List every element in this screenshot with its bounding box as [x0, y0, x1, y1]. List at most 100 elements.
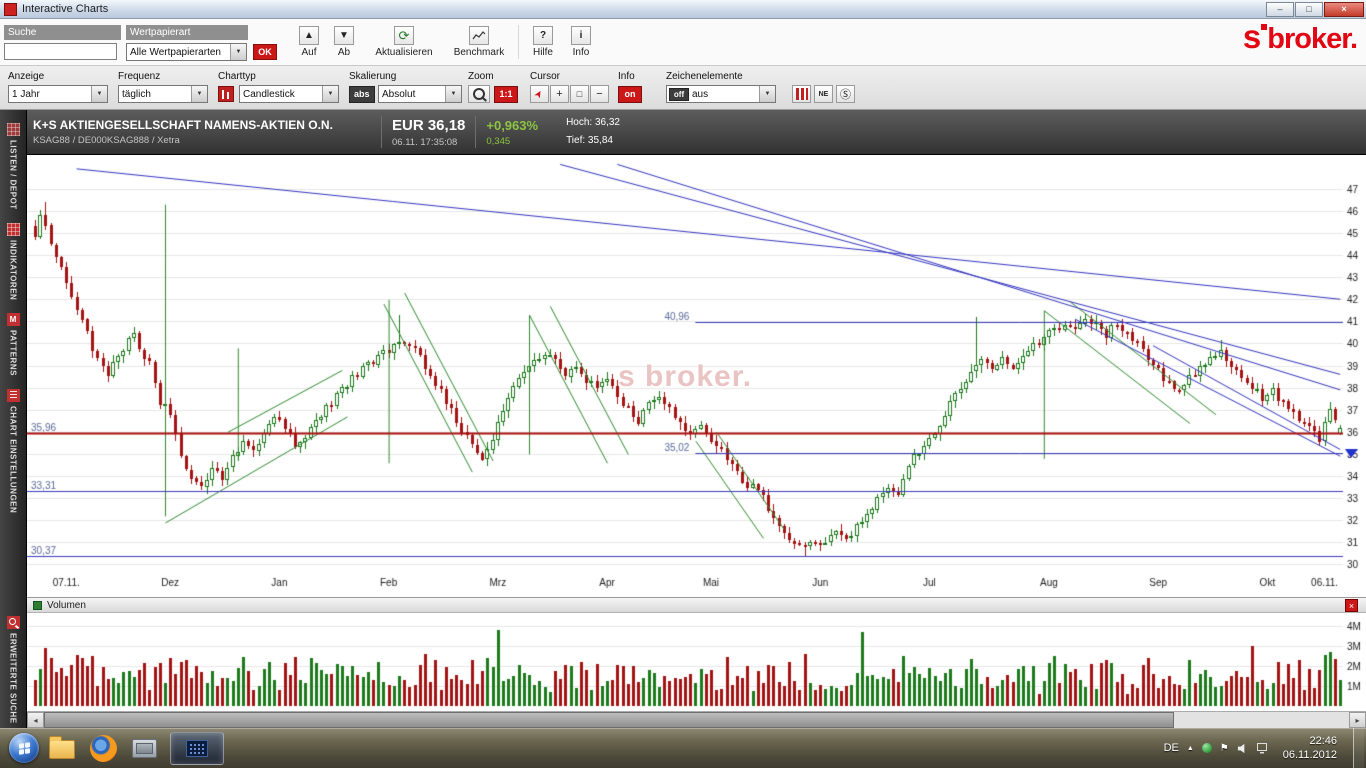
scroll-left-button[interactable]: ◂: [27, 712, 44, 728]
dropdown-arrow-icon[interactable]: ▼: [322, 86, 338, 102]
volume-chart-canvas[interactable]: [27, 613, 1366, 711]
dropdown-arrow-icon[interactable]: ▼: [91, 86, 107, 102]
news-icon: NE: [818, 90, 829, 98]
drawing-elements-select[interactable]: off aus ▼: [666, 85, 776, 103]
cursor-minus-button[interactable]: −: [590, 85, 609, 103]
help-button-label: Hilfe: [532, 47, 553, 58]
taskbar-firefox-button[interactable]: [85, 730, 121, 766]
taskbar-explorer-button[interactable]: [44, 730, 80, 766]
tray-status-icon[interactable]: [1201, 743, 1212, 753]
sidebar-item-label: CHART EINSTELLUNGEN: [8, 405, 18, 514]
tray-expand-icon[interactable]: ▲: [1187, 745, 1194, 752]
maximize-icon: □: [1306, 4, 1312, 14]
ok-button[interactable]: OK: [253, 44, 277, 60]
sidebar-item-erweiterte-suche[interactable]: ERWEITERTE SUCHE: [6, 611, 20, 724]
minimize-button[interactable]: –: [1266, 1, 1294, 17]
down-arrow-icon: ▼: [334, 26, 354, 45]
change-percent: +0,963%: [486, 117, 539, 133]
zoom-magnifier-button[interactable]: [468, 85, 490, 103]
price-timestamp: 06.11. 17:35:08: [392, 136, 458, 148]
app-icon: [4, 2, 17, 16]
dropdown-arrow-icon[interactable]: ▼: [445, 86, 461, 102]
help-button[interactable]: ? Hilfe: [526, 26, 560, 58]
benchmark-button-label: Benchmark: [453, 47, 505, 58]
news-tool-button[interactable]: NE: [814, 85, 833, 103]
sidebar-item-indikatoren[interactable]: INDIKATOREN: [6, 218, 20, 300]
dropdown-arrow-icon[interactable]: ▼: [191, 86, 207, 102]
quote-bar: K+S AKTIENGESELLSCHAFT NAMENS-AKTIEN O.N…: [0, 110, 1366, 155]
sidebar-item-label: INDIKATOREN: [8, 239, 18, 300]
active-app-icon: [186, 739, 208, 757]
volume-close-button[interactable]: ×: [1345, 598, 1358, 612]
sidebar-item-listen-depot[interactable]: LISTEN / DEPOT: [6, 118, 20, 210]
firefox-icon: [89, 734, 117, 762]
scroll-right-button[interactable]: ▸: [1349, 712, 1366, 728]
tray-speaker-icon[interactable]: [1237, 743, 1248, 754]
down-button-label: Ab: [337, 47, 351, 58]
cursor-pointer-button[interactable]: ➤: [530, 85, 549, 103]
display-select[interactable]: 1 Jahr ▼: [8, 85, 108, 103]
up-button-label: Auf: [301, 47, 317, 58]
folder-icon: [49, 736, 75, 759]
scrollbar-track[interactable]: [1174, 712, 1349, 728]
frequency-select[interactable]: täglich ▼: [118, 85, 208, 103]
taskbar-app-button[interactable]: [126, 730, 162, 766]
dropdown-arrow-icon[interactable]: ▼: [759, 86, 775, 102]
volume-panel-title: Volumen: [47, 599, 86, 611]
dropdown-arrow-icon[interactable]: ▼: [230, 44, 246, 60]
logo-s: s: [1243, 20, 1268, 53]
tray-flag-icon[interactable]: ⚑: [1220, 743, 1229, 754]
charttype-select[interactable]: Candlestick ▼: [239, 85, 339, 103]
security-type-select[interactable]: Alle Wertpapierarten ▼: [126, 43, 247, 61]
volume-series-icon: [33, 600, 42, 610]
scroll-down-button[interactable]: ▼ Ab: [329, 26, 359, 58]
maximize-button[interactable]: □: [1295, 1, 1323, 17]
start-button[interactable]: [9, 733, 39, 763]
cursor-crosshair-button[interactable]: +: [550, 85, 569, 103]
windows-flag-icon: [18, 741, 30, 755]
refresh-icon: ⟳: [394, 26, 414, 45]
instrument-identifiers: KSAG88 / DE000KSAG888 / Xetra: [33, 135, 180, 146]
left-sidebar: LISTEN / DEPOT INDIKATOREN M PATTERNS CH…: [0, 110, 27, 728]
search-label: Suche: [4, 25, 121, 40]
scaling-select[interactable]: Absolut ▼: [378, 85, 462, 103]
benchmark-button[interactable]: Benchmark: [448, 26, 510, 58]
sidebar-item-patterns[interactable]: M PATTERNS: [6, 308, 20, 376]
clock-date: 06.11.2012: [1282, 749, 1337, 761]
columns-tool-button[interactable]: [792, 85, 811, 103]
horizontal-scrollbar[interactable]: ◂ ▸: [27, 711, 1366, 728]
scroll-up-button[interactable]: ▲ Auf: [294, 26, 324, 58]
tray-network-icon[interactable]: [1256, 742, 1269, 754]
refresh-button[interactable]: ⟳ Aktualisieren: [368, 26, 440, 58]
quote-divider: [381, 116, 382, 148]
show-desktop-button[interactable]: [1353, 728, 1364, 768]
price-chart-canvas[interactable]: [27, 155, 1366, 597]
instrument-block: K+S AKTIENGESELLSCHAFT NAMENS-AKTIEN O.N…: [33, 118, 371, 146]
up-arrow-icon: ▲: [299, 26, 319, 45]
logo-dot-icon: [1261, 24, 1268, 30]
chart-area[interactable]: s broker.: [27, 155, 1366, 597]
sbroker-logo: s broker.: [1243, 20, 1358, 56]
s-circle-icon: Ⓢ: [840, 89, 851, 101]
clock-time: 22:46: [1309, 734, 1337, 747]
security-type-label: Wertpapierart: [126, 25, 248, 40]
close-icon: ×: [1341, 4, 1347, 14]
info-toggle[interactable]: on: [618, 86, 642, 103]
close-button[interactable]: ×: [1324, 1, 1364, 17]
taskbar-active-window-button[interactable]: [170, 731, 224, 765]
sidebar-item-chart-einstellungen[interactable]: CHART EINSTELLUNGEN: [6, 384, 20, 514]
info-button[interactable]: i Info: [564, 26, 598, 58]
scrollbar-thumb[interactable]: [44, 712, 1174, 728]
settings-tool-button[interactable]: Ⓢ: [836, 85, 855, 103]
instrument-name: K+S AKTIENGESELLSCHAFT NAMENS-AKTIEN O.N…: [33, 118, 333, 132]
drawing-off-badge: off: [669, 87, 689, 101]
generic-app-icon: [131, 738, 157, 758]
language-indicator[interactable]: DE: [1164, 742, 1179, 754]
taskbar-clock[interactable]: 22:46 06.11.2012: [1283, 734, 1337, 763]
taskbar: DE ▲ ⚑ 22:46 06.11.2012: [0, 728, 1366, 768]
zoom-level-badge[interactable]: 1:1: [494, 86, 518, 103]
search-input[interactable]: [4, 43, 117, 60]
cursor-box-button[interactable]: □: [570, 85, 589, 103]
scaling-value: Absolut: [382, 88, 416, 100]
candlestick-icon: [218, 86, 234, 102]
